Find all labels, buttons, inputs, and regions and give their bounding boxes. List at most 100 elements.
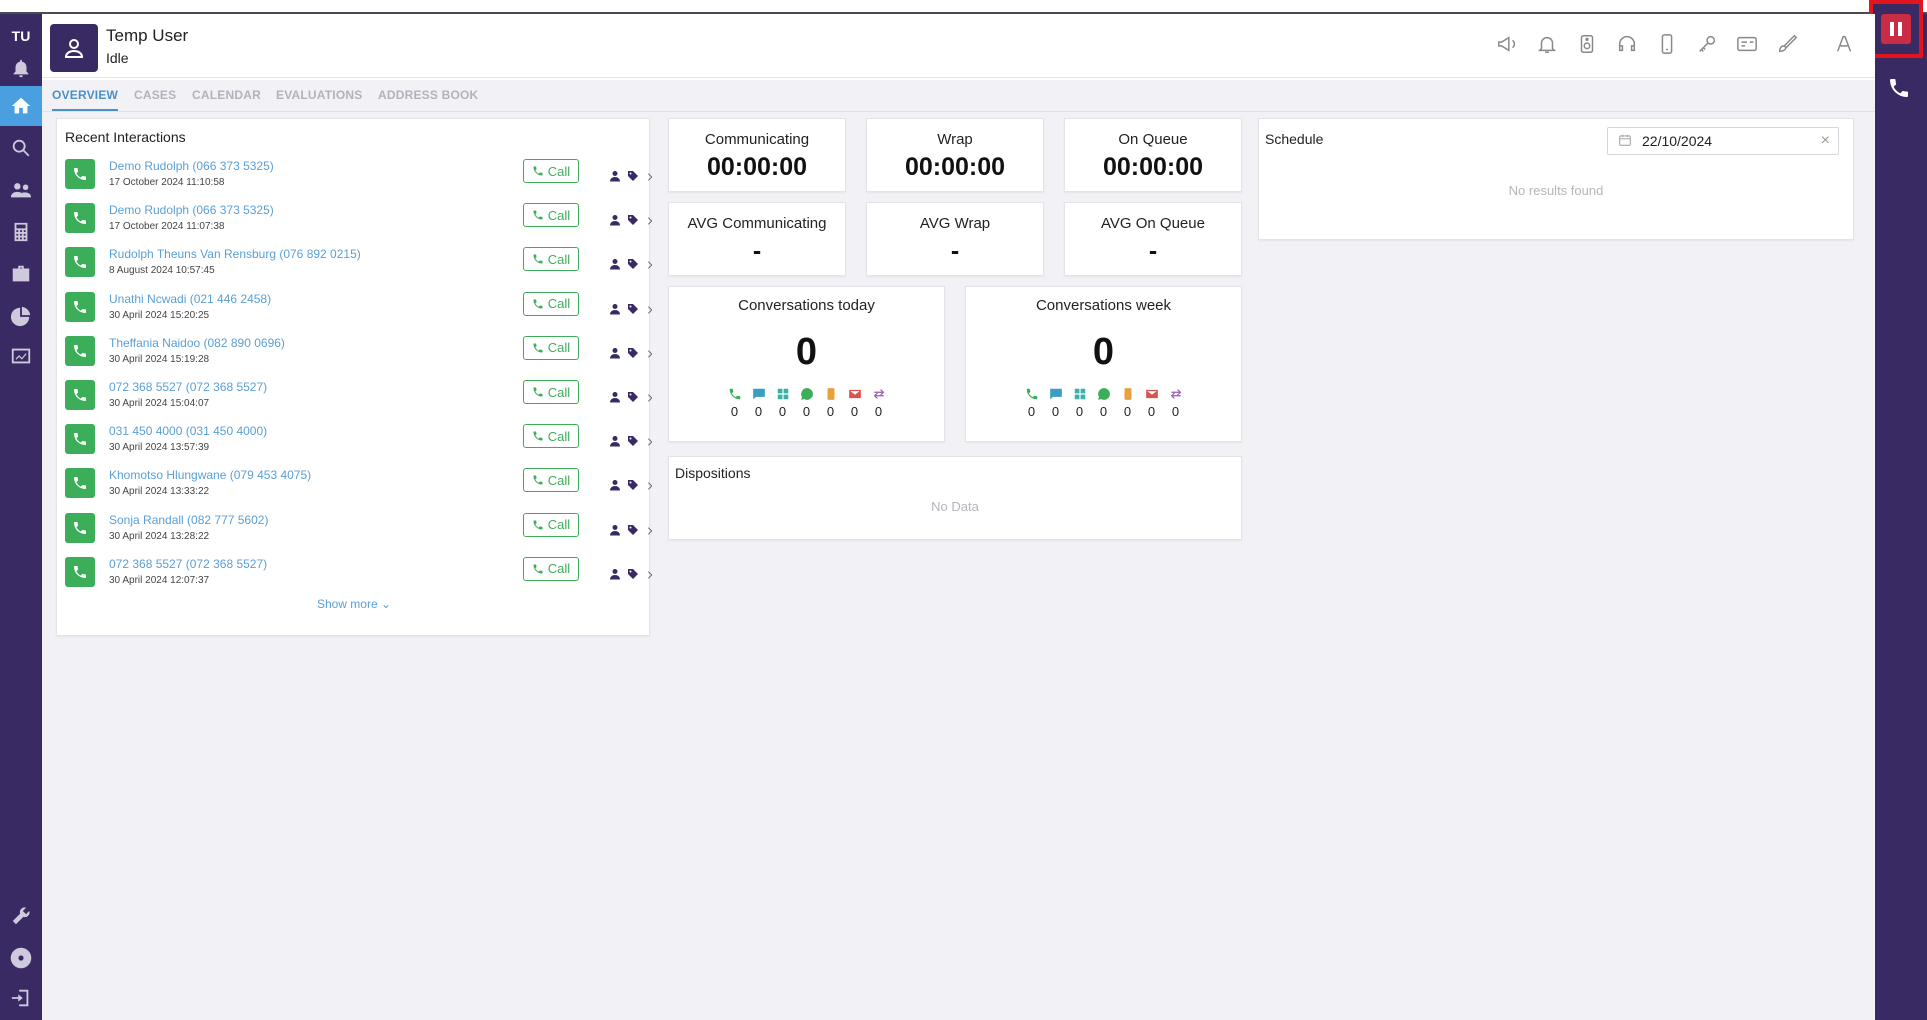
nav-reports-icon[interactable]: [0, 296, 42, 336]
interaction-contact[interactable]: Sonja Randall (082 777 5602): [109, 513, 268, 527]
interaction-contact[interactable]: 072 368 5527 (072 368 5527): [109, 380, 267, 394]
tag-icon[interactable]: [627, 390, 639, 408]
chevron-right-icon[interactable]: [645, 257, 655, 275]
tag-icon[interactable]: [627, 478, 639, 496]
contact-person-icon[interactable]: [609, 257, 621, 275]
interaction-row[interactable]: 072 368 5527 (072 368 5527) 30 April 2024…: [65, 555, 653, 599]
chevron-right-icon[interactable]: [645, 390, 655, 408]
chevron-right-icon[interactable]: [645, 523, 655, 541]
interaction-contact[interactable]: Rudolph Theuns Van Rensburg (076 892 021…: [109, 247, 361, 261]
megaphone-icon[interactable]: [1495, 32, 1519, 56]
chevron-right-icon[interactable]: [645, 567, 655, 585]
chat-icon: [752, 388, 765, 400]
tag-icon[interactable]: [627, 567, 639, 585]
nav-logout-icon[interactable]: [0, 978, 42, 1018]
call-button[interactable]: Call: [523, 203, 579, 228]
headset-icon[interactable]: [1615, 32, 1639, 56]
contact-person-icon[interactable]: [609, 567, 621, 585]
nav-team-icon[interactable]: [0, 170, 42, 210]
speaker-icon[interactable]: [1575, 32, 1599, 56]
interaction-row[interactable]: 072 368 5527 (072 368 5527) 30 April 2024…: [65, 378, 653, 422]
tab-overview[interactable]: OVERVIEW: [52, 88, 119, 111]
chevron-right-icon[interactable]: [645, 346, 655, 364]
contact-person-icon[interactable]: [609, 390, 621, 408]
tag-icon[interactable]: [627, 346, 639, 364]
tag-icon[interactable]: [627, 213, 639, 231]
clear-date-icon[interactable]: ×: [1821, 132, 1830, 150]
key-icon[interactable]: [1695, 32, 1719, 56]
call-button[interactable]: Call: [523, 247, 579, 272]
tab-address-book[interactable]: ADDRESS BOOK: [378, 88, 478, 102]
chevron-right-icon[interactable]: [645, 213, 655, 231]
nav-notifications-icon[interactable]: [0, 48, 42, 88]
channel-social: 0: [1071, 387, 1089, 419]
nav-cases-icon[interactable]: [0, 254, 42, 294]
call-button[interactable]: Call: [523, 512, 579, 537]
call-button[interactable]: Call: [523, 380, 579, 404]
chevron-right-icon[interactable]: [645, 478, 655, 496]
interaction-contact[interactable]: Demo Rudolph (066 373 5325): [109, 203, 274, 217]
show-more-link[interactable]: Show more ⌄: [57, 597, 651, 611]
contact-person-icon[interactable]: [609, 434, 621, 452]
tag-icon[interactable]: [627, 169, 639, 187]
interaction-contact[interactable]: Theffania Naidoo (082 890 0696): [109, 336, 285, 350]
channel-count: 0: [730, 404, 739, 419]
interaction-contact[interactable]: Khomotso Hlungwane (079 453 4075): [109, 468, 311, 482]
channel-chat: 0: [750, 387, 768, 419]
contact-person-icon[interactable]: [609, 478, 621, 496]
chevron-right-icon[interactable]: [645, 434, 655, 452]
call-button[interactable]: Call: [523, 159, 579, 183]
interaction-row[interactable]: Demo Rudolph (066 373 5325) 17 October 20…: [65, 201, 653, 245]
tab-evaluations[interactable]: EVALUATIONS: [276, 88, 362, 102]
interaction-row[interactable]: Demo Rudolph (066 373 5325) 17 October 20…: [65, 157, 653, 201]
tag-icon[interactable]: [627, 523, 639, 541]
interaction-row[interactable]: Theffania Naidoo (082 890 0696) 30 April …: [65, 334, 653, 378]
whatsapp-icon: [1097, 388, 1110, 400]
bell-icon[interactable]: [1535, 32, 1559, 56]
interaction-row[interactable]: 031 450 4000 (031 450 4000) 30 April 2024…: [65, 422, 653, 466]
user-initials[interactable]: TU: [0, 28, 42, 44]
mobile-phone-icon[interactable]: [1655, 32, 1679, 56]
pause-button[interactable]: [1869, 0, 1923, 58]
stat-communicating: Communicating 00:00:00: [668, 118, 846, 192]
tab-calendar[interactable]: CALENDAR: [192, 88, 261, 102]
interaction-contact[interactable]: Unathi Ncwadi (021 446 2458): [109, 292, 271, 306]
tag-icon[interactable]: [627, 434, 639, 452]
contact-person-icon[interactable]: [609, 523, 621, 541]
nav-search-icon[interactable]: [0, 128, 42, 168]
interaction-contact[interactable]: 031 450 4000 (031 450 4000): [109, 424, 267, 438]
font-icon[interactable]: [1815, 32, 1875, 56]
chevron-right-icon[interactable]: [645, 302, 655, 320]
nav-tools-wrench-icon[interactable]: [0, 896, 42, 936]
contact-person-icon[interactable]: [609, 302, 621, 320]
chevron-right-icon[interactable]: [645, 169, 655, 187]
tag-icon[interactable]: [627, 302, 639, 320]
nav-help-lifebuoy-icon[interactable]: [0, 938, 42, 978]
tab-cases[interactable]: CASES: [134, 88, 176, 102]
nav-home-icon[interactable]: [0, 86, 42, 126]
contact-person-icon[interactable]: [609, 346, 621, 364]
softphone-icon[interactable]: [1887, 76, 1915, 104]
user-status[interactable]: Idle: [106, 50, 129, 66]
nav-wallboard-icon[interactable]: [0, 336, 42, 376]
call-button[interactable]: Call: [523, 291, 579, 316]
interaction-row[interactable]: Sonja Randall (082 777 5602) 30 April 202…: [65, 511, 653, 555]
id-card-icon[interactable]: [1735, 32, 1759, 56]
call-button[interactable]: Call: [523, 468, 579, 493]
interaction-row[interactable]: Khomotso Hlungwane (079 453 4075) 30 Apri…: [65, 466, 653, 510]
interaction-contact[interactable]: 072 368 5527 (072 368 5527): [109, 557, 267, 571]
call-button[interactable]: Call: [523, 556, 579, 581]
interaction-row[interactable]: Unathi Ncwadi (021 446 2458) 30 April 202…: [65, 290, 653, 334]
interaction-contact[interactable]: Demo Rudolph (066 373 5325): [109, 159, 274, 173]
call-button[interactable]: Call: [523, 424, 579, 449]
schedule-date-input[interactable]: 22/10/2024 ×: [1607, 127, 1839, 155]
brush-icon[interactable]: [1775, 32, 1799, 56]
transfer-icon: [1170, 389, 1181, 399]
nav-dialpad-icon[interactable]: [0, 212, 42, 252]
tag-icon[interactable]: [627, 257, 639, 275]
contact-person-icon[interactable]: [609, 213, 621, 231]
contact-person-icon[interactable]: [609, 169, 621, 187]
call-button[interactable]: Call: [523, 335, 579, 360]
interaction-row[interactable]: Rudolph Theuns Van Rensburg (076 892 021…: [65, 245, 653, 289]
avatar[interactable]: [50, 24, 98, 72]
